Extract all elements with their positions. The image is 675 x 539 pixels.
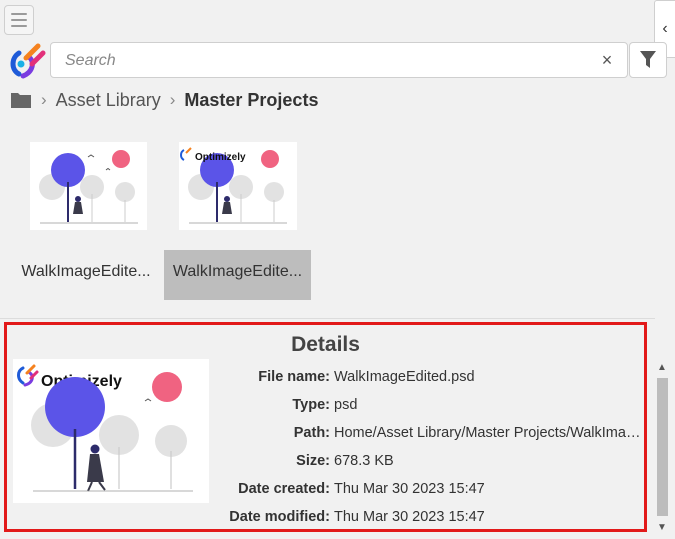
- clear-search-icon[interactable]: ×: [597, 50, 617, 70]
- details-title: Details: [291, 333, 360, 356]
- asset-thumbnail: [30, 142, 147, 230]
- details-panel: Details Optimizely File name: WalkImageE…: [4, 322, 647, 532]
- filter-button[interactable]: [629, 42, 667, 78]
- property-label: Date created:: [238, 481, 330, 497]
- property-label: Size:: [296, 453, 330, 469]
- asset-thumbnail: Optimizely: [179, 142, 297, 230]
- hamburger-menu-button[interactable]: [4, 5, 34, 35]
- filter-icon: [640, 51, 656, 68]
- breadcrumb-item-asset-library[interactable]: Asset Library: [56, 90, 161, 111]
- divider: [0, 318, 655, 319]
- asset-tile[interactable]: WalkImageEdite...: [12, 126, 160, 296]
- asset-name: WalkImageEdite...: [172, 263, 303, 280]
- property-value: psd: [334, 397, 358, 413]
- property-value: 678.3 KB: [334, 453, 394, 469]
- property-label: Date modified:: [229, 509, 330, 525]
- asset-logo-text: Optimizely: [195, 152, 246, 163]
- breadcrumb: › Asset Library › Master Projects: [10, 86, 318, 114]
- breadcrumb-item-master-projects: Master Projects: [184, 89, 319, 110]
- breadcrumb-separator-icon: ›: [169, 90, 176, 109]
- property-value: WalkImageEdited.psd: [334, 369, 475, 385]
- property-value: Home/Asset Library/Master Projects/WalkI…: [334, 425, 645, 441]
- property-type: Type: psd: [217, 397, 645, 417]
- scrollbar-thumb[interactable]: [657, 378, 668, 516]
- property-path: Path: Home/Asset Library/Master Projects…: [217, 425, 645, 445]
- property-size: Size: 678.3 KB: [217, 453, 645, 473]
- scroll-up-icon[interactable]: ▲: [657, 362, 667, 373]
- breadcrumb-separator-icon: ›: [41, 90, 47, 109]
- search-box: ×: [50, 42, 628, 79]
- property-value: Thu Mar 30 2023 15:47: [334, 481, 485, 497]
- scroll-down-icon[interactable]: ▼: [657, 522, 667, 533]
- details-preview-image: Optimizely: [13, 359, 209, 503]
- property-label: File name:: [258, 369, 330, 385]
- optimizely-logo-icon: [10, 43, 46, 79]
- details-scrollbar[interactable]: ▲ ▼: [655, 362, 670, 537]
- property-date-modified: Date modified: Thu Mar 30 2023 15:47: [217, 509, 645, 529]
- chevron-left-icon: ‹: [662, 20, 668, 37]
- property-label: Type:: [292, 397, 330, 413]
- property-date-created: Date created: Thu Mar 30 2023 15:47: [217, 481, 645, 501]
- search-input[interactable]: [63, 43, 587, 79]
- property-label: Path:: [293, 425, 330, 441]
- property-value: Thu Mar 30 2023 15:47: [334, 509, 485, 525]
- property-file-name: File name: WalkImageEdited.psd: [217, 369, 645, 389]
- menu-icon: [11, 13, 27, 15]
- asset-name: WalkImageEdite...: [21, 263, 151, 280]
- folder-icon[interactable]: [10, 91, 32, 109]
- asset-tile-selected[interactable]: Optimizely WalkImageEdite...: [164, 126, 311, 300]
